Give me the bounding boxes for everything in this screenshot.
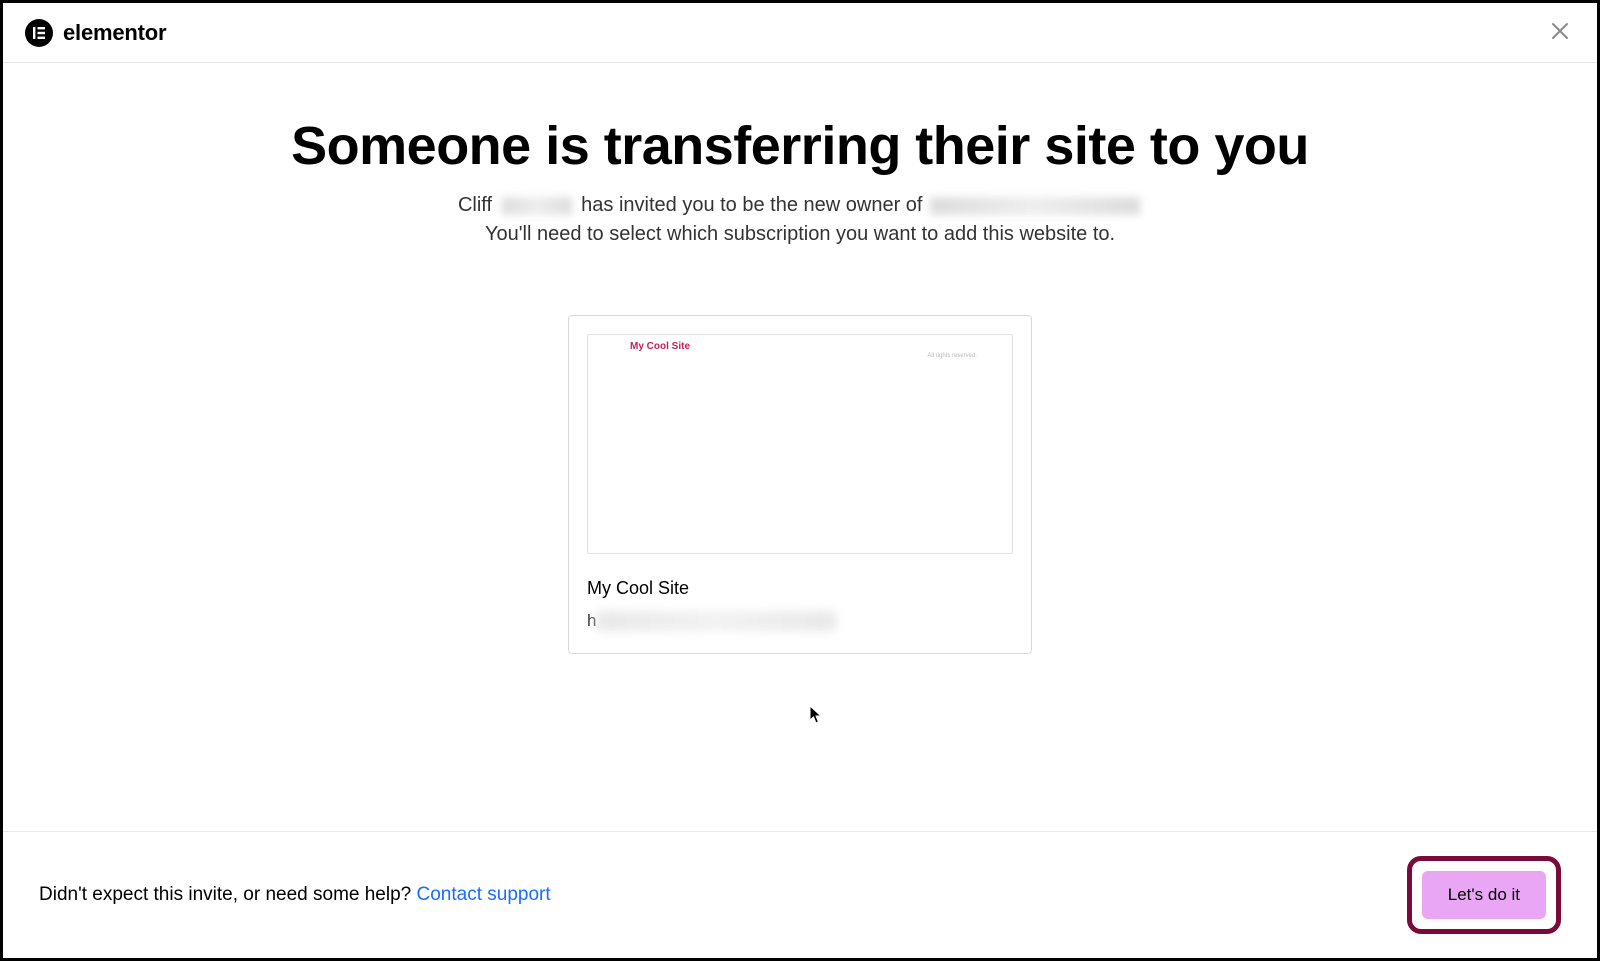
redacted-sender-name (502, 197, 572, 215)
cta-highlight-box: Let's do it (1407, 856, 1561, 934)
site-card-url: h (587, 611, 1013, 631)
topbar: elementor (3, 3, 1597, 63)
subtitle-mid: has invited you to be the new owner of (576, 194, 928, 216)
subtitle-line2: You'll need to select which subscription… (3, 220, 1597, 249)
redacted-site-domain (930, 197, 1140, 215)
brand-name: elementor (63, 20, 166, 46)
close-icon (1549, 30, 1571, 45)
elementor-logo-icon (25, 19, 53, 47)
main-content: Someone is transferring their site to yo… (3, 63, 1597, 831)
brand: elementor (25, 19, 166, 47)
preview-site-brand: My Cool Site (630, 341, 690, 352)
subtitle-prefix: Cliff (458, 194, 498, 216)
site-card[interactable]: My Cool Site All rights reserved. My Coo… (568, 315, 1032, 654)
help-prefix: Didn't expect this invite, or need some … (39, 884, 417, 905)
footer-help-text: Didn't expect this invite, or need some … (39, 884, 551, 906)
preview-footer-text: All rights reserved. (927, 353, 977, 359)
site-url-first-char: h (587, 611, 596, 631)
page-subtitle: Cliff has invited you to be the new owne… (3, 191, 1597, 249)
site-preview-thumbnail: My Cool Site All rights reserved. (587, 334, 1013, 554)
close-button[interactable] (1545, 16, 1575, 49)
footer: Didn't expect this invite, or need some … (3, 831, 1597, 958)
contact-support-link[interactable]: Contact support (417, 884, 551, 905)
site-card-title: My Cool Site (587, 578, 1013, 599)
redacted-site-url (596, 611, 836, 631)
page-title: Someone is transferring their site to yo… (3, 115, 1597, 177)
lets-do-it-button[interactable]: Let's do it (1422, 871, 1546, 919)
site-card-container: My Cool Site All rights reserved. My Coo… (3, 315, 1597, 654)
